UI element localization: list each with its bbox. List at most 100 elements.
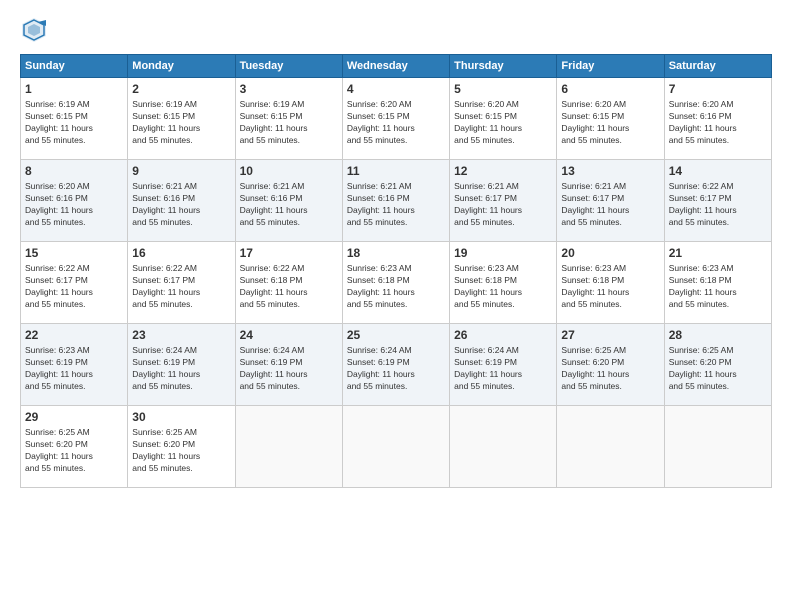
day-number: 18: [347, 245, 445, 261]
calendar-week-row: 22 Sunrise: 6:23 AMSunset: 6:19 PMDayligh…: [21, 324, 772, 406]
day-info: Sunrise: 6:21 AMSunset: 6:16 PMDaylight:…: [240, 181, 338, 229]
calendar-day-cell: 19Sunrise: 6:23 AMSunset: 6:18 PMDayligh…: [450, 242, 557, 324]
day-info: Sunrise: 6:25 AMSunset: 6:20 PMDaylight:…: [669, 345, 767, 393]
calendar-day-cell: 26 Sunrise: 6:24 AMSunset: 6:19 PMDayligh…: [450, 324, 557, 406]
day-number: 6: [561, 81, 659, 97]
weekday-header-sunday: Sunday: [21, 55, 128, 78]
calendar-day-cell: 2Sunrise: 6:19 AMSunset: 6:15 PMDaylight…: [128, 78, 235, 160]
calendar-day-cell: 16Sunrise: 6:22 AMSunset: 6:17 PMDayligh…: [128, 242, 235, 324]
day-number: 7: [669, 81, 767, 97]
day-number: 14: [669, 163, 767, 179]
calendar-day-cell: 14Sunrise: 6:22 AMSunset: 6:17 PMDayligh…: [664, 160, 771, 242]
weekday-header-tuesday: Tuesday: [235, 55, 342, 78]
day-info: Sunrise: 6:23 AMSunset: 6:19 PMDaylight:…: [25, 345, 123, 393]
day-number: 23: [132, 327, 230, 343]
day-number: 30: [132, 409, 230, 425]
calendar-day-cell: 20 Sunrise: 6:23 AMSunset: 6:18 PMDayligh…: [557, 242, 664, 324]
day-number: 22: [25, 327, 123, 343]
day-info: Sunrise: 6:24 AMSunset: 6:19 PMDaylight:…: [132, 345, 230, 393]
day-info: Sunrise: 6:25 AMSunset: 6:20 PMDaylight:…: [25, 427, 123, 475]
calendar-table: SundayMondayTuesdayWednesdayThursdayFrid…: [20, 54, 772, 488]
day-info: Sunrise: 6:23 AMSunset: 6:18 PMDaylight:…: [669, 263, 767, 311]
day-info: Sunrise: 6:19 AMSunset: 6:15 PMDaylight:…: [240, 99, 338, 147]
calendar-day-cell: 3 Sunrise: 6:19 AMSunset: 6:15 PMDaylight…: [235, 78, 342, 160]
weekday-header-thursday: Thursday: [450, 55, 557, 78]
calendar-day-cell: 5Sunrise: 6:20 AMSunset: 6:15 PMDaylight…: [450, 78, 557, 160]
weekday-header-monday: Monday: [128, 55, 235, 78]
calendar-day-cell: 24 Sunrise: 6:24 AMSunset: 6:19 PMDayligh…: [235, 324, 342, 406]
calendar-day-cell: 27Sunrise: 6:25 AMSunset: 6:20 PMDayligh…: [557, 324, 664, 406]
calendar-day-cell: 28 Sunrise: 6:25 AMSunset: 6:20 PMDayligh…: [664, 324, 771, 406]
day-info: Sunrise: 6:20 AMSunset: 6:15 PMDaylight:…: [561, 99, 659, 147]
day-number: 12: [454, 163, 552, 179]
day-info: Sunrise: 6:19 AMSunset: 6:15 PMDaylight:…: [132, 99, 230, 147]
calendar-day-cell: 25 Sunrise: 6:24 AMSunset: 6:19 PMDayligh…: [342, 324, 449, 406]
day-info: Sunrise: 6:23 AMSunset: 6:18 PMDaylight:…: [561, 263, 659, 311]
calendar-week-row: 15 Sunrise: 6:22 AMSunset: 6:17 PMDayligh…: [21, 242, 772, 324]
header: [20, 16, 772, 44]
day-number: 17: [240, 245, 338, 261]
day-info: Sunrise: 6:24 AMSunset: 6:19 PMDaylight:…: [240, 345, 338, 393]
day-number: 8: [25, 163, 123, 179]
calendar-day-cell: 11 Sunrise: 6:21 AMSunset: 6:16 PMDayligh…: [342, 160, 449, 242]
calendar-week-row: 8Sunrise: 6:20 AMSunset: 6:16 PMDaylight…: [21, 160, 772, 242]
day-number: 4: [347, 81, 445, 97]
day-number: 16: [132, 245, 230, 261]
calendar-day-cell: [450, 406, 557, 488]
calendar-day-cell: 6 Sunrise: 6:20 AMSunset: 6:15 PMDaylight…: [557, 78, 664, 160]
calendar-day-cell: [664, 406, 771, 488]
day-number: 21: [669, 245, 767, 261]
calendar-day-cell: [557, 406, 664, 488]
day-number: 19: [454, 245, 552, 261]
calendar-day-cell: 15 Sunrise: 6:22 AMSunset: 6:17 PMDayligh…: [21, 242, 128, 324]
calendar-day-cell: 9 Sunrise: 6:21 AMSunset: 6:16 PMDaylight…: [128, 160, 235, 242]
day-number: 24: [240, 327, 338, 343]
weekday-header-saturday: Saturday: [664, 55, 771, 78]
day-number: 5: [454, 81, 552, 97]
calendar-day-cell: [235, 406, 342, 488]
calendar-day-cell: 13Sunrise: 6:21 AMSunset: 6:17 PMDayligh…: [557, 160, 664, 242]
day-number: 29: [25, 409, 123, 425]
calendar-week-row: 29 Sunrise: 6:25 AMSunset: 6:20 PMDayligh…: [21, 406, 772, 488]
day-info: Sunrise: 6:23 AMSunset: 6:18 PMDaylight:…: [347, 263, 445, 311]
day-info: Sunrise: 6:25 AMSunset: 6:20 PMDaylight:…: [561, 345, 659, 393]
calendar-day-cell: 8Sunrise: 6:20 AMSunset: 6:16 PMDaylight…: [21, 160, 128, 242]
day-number: 10: [240, 163, 338, 179]
day-info: Sunrise: 6:24 AMSunset: 6:19 PMDaylight:…: [347, 345, 445, 393]
weekday-header-wednesday: Wednesday: [342, 55, 449, 78]
day-info: Sunrise: 6:24 AMSunset: 6:19 PMDaylight:…: [454, 345, 552, 393]
day-number: 11: [347, 163, 445, 179]
day-number: 15: [25, 245, 123, 261]
calendar-day-cell: 29 Sunrise: 6:25 AMSunset: 6:20 PMDayligh…: [21, 406, 128, 488]
day-number: 3: [240, 81, 338, 97]
day-info: Sunrise: 6:20 AMSunset: 6:16 PMDaylight:…: [669, 99, 767, 147]
logo-icon: [20, 16, 48, 44]
logo: [20, 16, 52, 44]
day-number: 26: [454, 327, 552, 343]
calendar-day-cell: 18 Sunrise: 6:23 AMSunset: 6:18 PMDayligh…: [342, 242, 449, 324]
calendar-day-cell: 10 Sunrise: 6:21 AMSunset: 6:16 PMDayligh…: [235, 160, 342, 242]
day-number: 9: [132, 163, 230, 179]
page: SundayMondayTuesdayWednesdayThursdayFrid…: [0, 0, 792, 612]
day-number: 1: [25, 81, 123, 97]
day-number: 25: [347, 327, 445, 343]
calendar-day-cell: 4 Sunrise: 6:20 AMSunset: 6:15 PMDaylight…: [342, 78, 449, 160]
calendar-day-cell: 22 Sunrise: 6:23 AMSunset: 6:19 PMDayligh…: [21, 324, 128, 406]
day-info: Sunrise: 6:19 AMSunset: 6:15 PMDaylight:…: [25, 99, 123, 147]
day-info: Sunrise: 6:21 AMSunset: 6:16 PMDaylight:…: [347, 181, 445, 229]
calendar-day-cell: 21 Sunrise: 6:23 AMSunset: 6:18 PMDayligh…: [664, 242, 771, 324]
day-number: 13: [561, 163, 659, 179]
calendar-week-row: 1 Sunrise: 6:19 AMSunset: 6:15 PMDaylight…: [21, 78, 772, 160]
calendar-day-cell: 17 Sunrise: 6:22 AMSunset: 6:18 PMDayligh…: [235, 242, 342, 324]
day-info: Sunrise: 6:20 AMSunset: 6:15 PMDaylight:…: [347, 99, 445, 147]
weekday-header-friday: Friday: [557, 55, 664, 78]
calendar-day-cell: [342, 406, 449, 488]
calendar-day-cell: 12Sunrise: 6:21 AMSunset: 6:17 PMDayligh…: [450, 160, 557, 242]
day-number: 20: [561, 245, 659, 261]
day-info: Sunrise: 6:22 AMSunset: 6:17 PMDaylight:…: [25, 263, 123, 311]
day-info: Sunrise: 6:22 AMSunset: 6:18 PMDaylight:…: [240, 263, 338, 311]
calendar-day-cell: 30Sunrise: 6:25 AMSunset: 6:20 PMDayligh…: [128, 406, 235, 488]
day-number: 28: [669, 327, 767, 343]
calendar-day-cell: 23 Sunrise: 6:24 AMSunset: 6:19 PMDayligh…: [128, 324, 235, 406]
day-info: Sunrise: 6:21 AMSunset: 6:16 PMDaylight:…: [132, 181, 230, 229]
